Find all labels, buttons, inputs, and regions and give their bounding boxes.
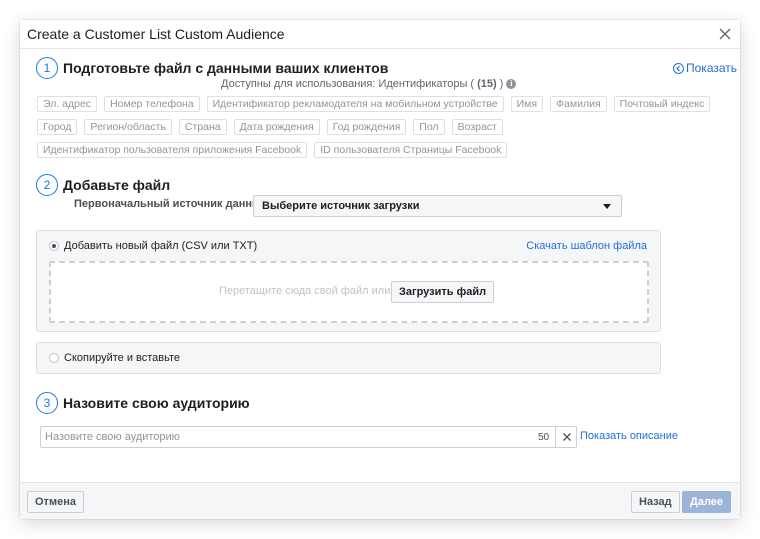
chevron-left-icon — [673, 62, 684, 74]
data-source-select-value: Выберите источник загрузки — [262, 200, 420, 212]
identifier-tag: Номер телефона — [104, 96, 200, 112]
info-icon[interactable]: i — [506, 79, 517, 89]
identifier-tag: Город — [37, 119, 78, 135]
download-template-link[interactable]: Скачать шаблон файла — [526, 240, 647, 252]
identifier-tag: Идентификатор пользователя приложения Fa… — [37, 142, 308, 158]
copy-paste-panel: Скопируйте и вставьте — [36, 342, 661, 374]
copy-paste-option-label[interactable]: Скопируйте и вставьте — [64, 352, 180, 364]
identifier-tag: Имя — [510, 96, 544, 112]
identifier-tag: Фамилия — [550, 96, 607, 112]
audience-name-field: 50 — [40, 426, 577, 448]
identifier-tag-row: Эл. адрес Номер телефона Идентификатор рек… — [37, 96, 711, 112]
identifier-tag: Дата рождения — [233, 119, 320, 135]
new-file-radio[interactable] — [49, 241, 59, 251]
identifier-tag: Пол — [413, 119, 445, 135]
identifier-tag: Почтовый индекс — [613, 96, 711, 112]
identifier-tag: ID пользователя Страницы Facebook — [314, 142, 508, 158]
step-3-badge: 3 — [36, 392, 58, 414]
upload-new-file-panel: Добавить новый файл (CSV или TXT) Скачат… — [36, 230, 661, 332]
dialog-footer: Отмена Назад Далее — [20, 482, 740, 519]
dialog-title: Create a Customer List Custom Audience — [27, 26, 285, 42]
identifier-tag: Год рождения — [326, 119, 407, 135]
identifier-tags: Эл. адрес Номер телефона Идентификатор рек… — [37, 96, 711, 165]
step-2-title: Добавьте файл — [63, 177, 171, 193]
identifier-tag: Идентификатор рекламодателя на мобильном… — [206, 96, 504, 112]
show-description-link[interactable]: Показать описание — [580, 430, 678, 442]
show-link[interactable]: Показать — [673, 61, 737, 75]
back-button[interactable]: Назад — [631, 491, 680, 513]
next-button[interactable]: Далее — [682, 491, 731, 513]
available-identifiers: Доступны для использования: Идентификато… — [221, 78, 517, 90]
create-audience-dialog: Create a Customer List Custom Audience 1… — [20, 20, 740, 519]
cancel-button[interactable]: Отмена — [27, 491, 84, 513]
identifier-tag: Страна — [178, 119, 227, 135]
available-prefix: Доступны для использования: Идентификато… — [221, 78, 475, 90]
show-link-label: Показать — [686, 61, 738, 75]
data-source-label-text: Первоначальный источник данных — [74, 198, 268, 210]
new-file-option-label[interactable]: Добавить новый файл (CSV или TXT) — [64, 240, 257, 252]
data-source-label: Первоначальный источник данных i — [74, 198, 282, 210]
data-source-select[interactable]: Выберите источник загрузки — [253, 195, 622, 217]
identifier-tag-row: Город Регион/область Страна Дата рождения Го… — [37, 119, 677, 135]
copy-paste-radio[interactable] — [49, 353, 59, 363]
close-icon — [563, 433, 571, 441]
available-suffix: ) — [499, 78, 504, 90]
dropzone-text: Перетащите сюда свой файл или — [219, 285, 391, 297]
identifier-tag: Регион/область — [84, 119, 172, 135]
identifier-tag: Возраст — [451, 119, 503, 135]
step-1-badge: 1 — [36, 57, 58, 79]
caret-down-icon — [603, 204, 611, 209]
available-count: (15) — [477, 78, 497, 90]
step-1-title: Подготовьте файл с данными ваших клиенто… — [63, 60, 389, 76]
identifier-tag: Эл. адрес — [37, 96, 98, 112]
file-dropzone[interactable]: Перетащите сюда свой файл или Загрузить … — [49, 261, 649, 323]
dialog-header: Create a Customer List Custom Audience — [20, 20, 740, 49]
step-3-title: Назовите свою аудиторию — [63, 395, 250, 411]
step-2-badge: 2 — [36, 174, 58, 196]
close-icon[interactable] — [718, 27, 732, 41]
clear-input-button[interactable] — [555, 426, 577, 448]
identifier-tag-row: Идентификатор пользователя приложения Fa… — [37, 142, 677, 158]
audience-name-input[interactable] — [41, 427, 531, 447]
char-limit-counter: 50 — [538, 432, 550, 443]
upload-file-button[interactable]: Загрузить файл — [391, 281, 495, 303]
